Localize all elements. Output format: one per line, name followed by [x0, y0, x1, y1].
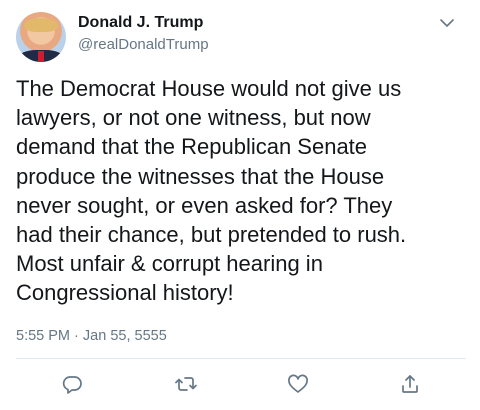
retweet-icon[interactable]: [174, 372, 198, 396]
tweet-timestamp[interactable]: 5:55 PM · Jan 55, 5555: [16, 328, 167, 344]
tweet-time: 5:55 PM: [16, 328, 70, 344]
avatar-tie: [38, 51, 44, 62]
avatar-hair: [24, 18, 58, 32]
timestamp-separator: ·: [74, 328, 79, 344]
tweet-card: Donald J. Trump @realDonaldTrump The Dem…: [0, 0, 480, 410]
tweet-text: The Democrat House would not give us law…: [16, 76, 407, 306]
author-handle[interactable]: @realDonaldTrump: [78, 36, 209, 53]
share-icon[interactable]: [398, 372, 422, 396]
avatar[interactable]: [16, 12, 66, 62]
author-name[interactable]: Donald J. Trump: [78, 14, 203, 32]
tweet-date: Jan 55, 5555: [82, 328, 167, 344]
heart-icon[interactable]: [286, 372, 310, 396]
action-bar: [0, 370, 480, 400]
chevron-down-icon[interactable]: [438, 14, 456, 32]
divider: [16, 358, 466, 359]
reply-icon[interactable]: [60, 372, 84, 396]
